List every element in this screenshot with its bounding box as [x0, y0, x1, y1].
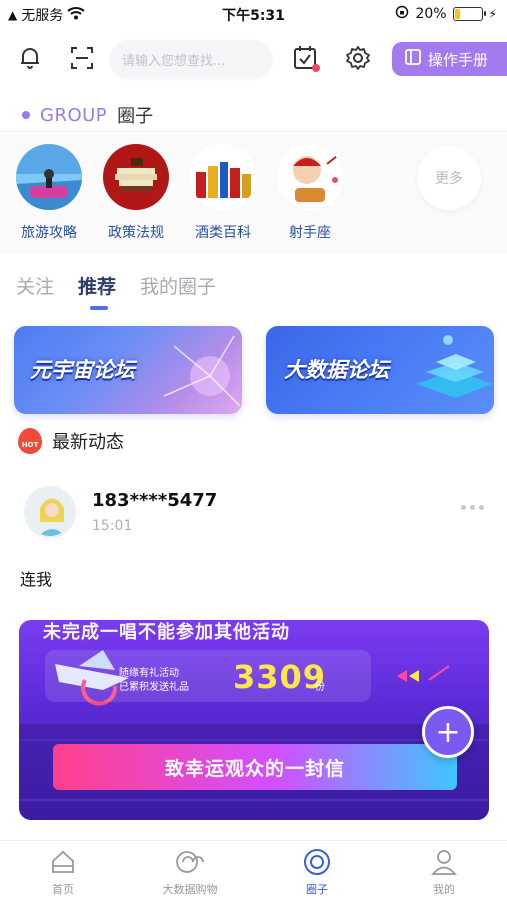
post-image[interactable]: 未完成一唱不能参加其他活动 随缘有礼活动 已累积发送礼品 3309 份 致幸运观… [19, 620, 489, 820]
nav-item-me[interactable]: 我的 [394, 847, 494, 897]
more-label: 更多 [435, 171, 463, 187]
more-circles-button[interactable]: 更多 [417, 146, 481, 210]
status-right: 20% ⚡ [395, 5, 497, 23]
shopping-icon [175, 847, 205, 877]
circle-item-sagittarius[interactable]: 射手座 [270, 144, 350, 242]
group-dot [22, 111, 30, 119]
group-title-cn: 圈子 [117, 106, 154, 127]
latest-header: HOT 最新动态 [18, 428, 124, 454]
circles-row: 旅游攻略 政策法规 酒类百科 射手座 更多 [0, 134, 507, 254]
circle-item-travel[interactable]: 旅游攻略 [9, 144, 89, 242]
circle-image-liquor [190, 144, 256, 210]
post-time: 15:01 [92, 518, 133, 534]
forum-banner-bigdata[interactable]: 大数据论坛 [266, 326, 494, 414]
circles-icon [302, 847, 332, 877]
circle-image-policy [103, 144, 169, 210]
gift-line-1: 随缘有礼活动 [119, 668, 179, 679]
circle-label: 政策法规 [108, 225, 164, 241]
circle-item-liquor[interactable]: 酒类百科 [183, 144, 263, 242]
circle-image-travel [16, 144, 82, 210]
forum-title: 大数据论坛 [284, 358, 389, 382]
rotation-lock-icon [395, 5, 409, 23]
post-image-headline: 未完成一唱不能参加其他活动 [43, 622, 290, 643]
search-placeholder: 请输入您想查找... [122, 53, 226, 69]
create-post-button[interactable]: + [422, 706, 474, 758]
tab-my-circles[interactable]: 我的圈子 [140, 272, 216, 299]
battery-icon [452, 7, 486, 21]
forum-banner-metaverse[interactable]: 元宇宙论坛 [14, 326, 242, 414]
user-icon [429, 847, 459, 877]
plus-icon: + [435, 714, 461, 750]
post-username[interactable]: 183****5477 [92, 490, 217, 511]
nav-item-circles[interactable]: 圈子 [267, 847, 367, 897]
book-icon [404, 48, 422, 70]
bell-icon[interactable] [14, 42, 46, 74]
bottom-nav: 首页 大数据购物 圈子 我的 [0, 840, 507, 900]
feed-tabs: 关注 推荐 我的圈子 [16, 272, 216, 310]
circle-label: 旅游攻略 [21, 225, 77, 241]
top-bar: 请输入您想查找... 操作手册 [0, 36, 507, 82]
checkin-calendar-icon[interactable] [290, 42, 322, 74]
tab-follow[interactable]: 关注 [16, 272, 54, 299]
forum-title: 元宇宙论坛 [30, 358, 135, 382]
circle-label: 射手座 [289, 225, 331, 241]
home-icon [48, 847, 78, 877]
circle-label: 酒类百科 [195, 225, 251, 241]
tab-recommend[interactable]: 推荐 [78, 272, 116, 310]
nav-item-shopping[interactable]: 大数据购物 [140, 847, 240, 897]
scan-icon[interactable] [66, 42, 98, 74]
hot-badge: HOT [18, 428, 42, 454]
divider [0, 131, 507, 132]
gear-icon[interactable] [342, 42, 374, 74]
letter-banner: 致幸运观众的一封信 [53, 744, 457, 790]
search-input[interactable]: 请输入您想查找... [110, 40, 272, 78]
circle-item-policy[interactable]: 政策法规 [96, 144, 176, 242]
post-text: 连我 [20, 570, 53, 589]
status-bar: ▲ 无服务 下午5:31 20% ⚡ [0, 0, 507, 28]
more-options-icon[interactable] [461, 505, 484, 510]
nav-label: 首页 [52, 883, 74, 896]
group-header: GROUP 圈子 [22, 102, 153, 128]
charging-icon: ⚡ [488, 7, 497, 21]
nav-label: 我的 [433, 883, 455, 896]
latest-title: 最新动态 [52, 432, 124, 453]
battery-percent: 20% [415, 6, 447, 22]
gift-line-2: 已累积发送礼品 [119, 682, 189, 693]
group-title-en: GROUP [40, 104, 108, 126]
manual-label: 操作手册 [428, 50, 489, 69]
letter-banner-text: 致幸运观众的一封信 [164, 757, 345, 780]
nav-label: 大数据购物 [162, 883, 218, 896]
gift-unit: 份 [315, 682, 325, 693]
circle-image-sagittarius [277, 144, 343, 210]
gift-count: 3309 [233, 658, 327, 696]
nav-item-home[interactable]: 首页 [13, 847, 113, 897]
nav-label: 圈子 [306, 883, 328, 896]
avatar[interactable] [24, 486, 76, 538]
manual-button[interactable]: 操作手册 [392, 42, 507, 76]
